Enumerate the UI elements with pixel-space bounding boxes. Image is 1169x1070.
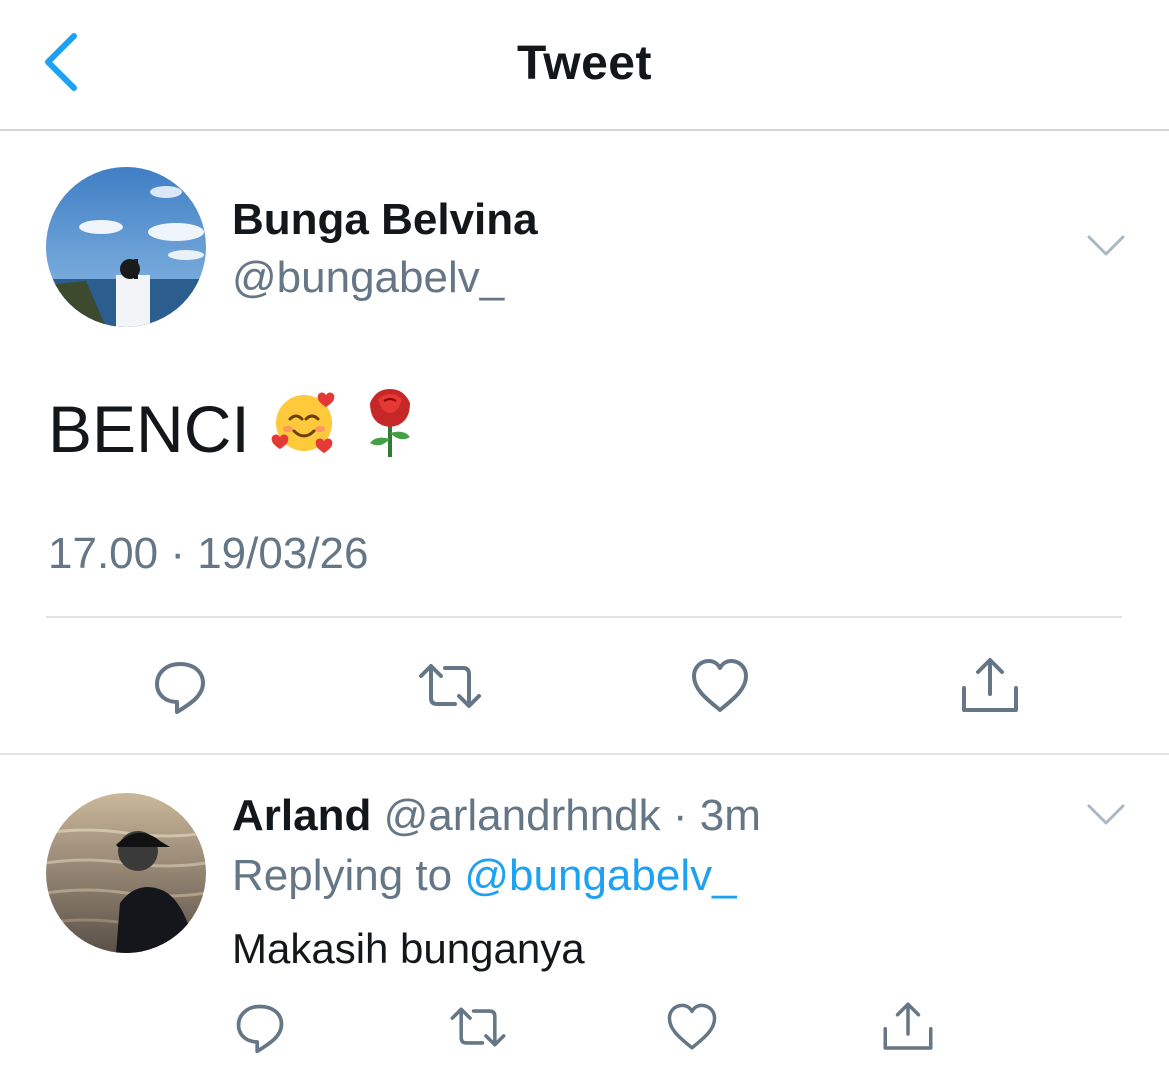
- page-title: Tweet: [517, 37, 652, 90]
- tweet-timestamp: 17.00 · 19/03/26: [48, 529, 369, 578]
- tweet-body: BENCI: [48, 383, 422, 474]
- retweet-button[interactable]: [446, 995, 510, 1059]
- replying-to-mention[interactable]: @bungabelv_: [464, 851, 736, 900]
- reply-author-handle-time[interactable]: @arlandrhndk · 3m: [384, 791, 761, 840]
- reply-tweet[interactable]: Arland @arlandrhndk · 3m Replying to @bu…: [0, 755, 1169, 1070]
- smiling-face-with-hearts-icon: [268, 385, 340, 472]
- replying-to-label: Replying to: [232, 851, 453, 900]
- avatar[interactable]: [46, 793, 206, 953]
- heart-icon: [692, 659, 748, 712]
- retweet-icon: [419, 664, 481, 708]
- author-handle[interactable]: @bungabelv_: [232, 253, 504, 303]
- heart-icon: [667, 1003, 717, 1050]
- share-icon: [962, 658, 1018, 712]
- chevron-down-icon: [1087, 804, 1125, 825]
- main-tweet: Bunga Belvina @bungabelv_ BENCI 17.00 · …: [0, 131, 1169, 755]
- divider: [46, 616, 1122, 618]
- retweet-button[interactable]: [415, 651, 485, 721]
- reply-author-line: Arland @arlandrhndk · 3m: [232, 791, 761, 841]
- like-button[interactable]: [685, 651, 755, 721]
- rose-icon: [358, 383, 422, 474]
- reply-text: Makasih bunganya: [232, 925, 585, 972]
- tweet-options-button[interactable]: [1086, 233, 1126, 259]
- tweet-detail-screen: Tweet Bunga Belvina @bungabelv_ BENCI 17…: [0, 0, 1169, 1070]
- avatar-photo: [46, 793, 206, 953]
- share-button[interactable]: [876, 995, 940, 1059]
- author-display-name[interactable]: Bunga Belvina: [232, 195, 538, 245]
- reply-options-button[interactable]: [1086, 802, 1126, 828]
- share-icon: [883, 1002, 933, 1050]
- reply-button[interactable]: [145, 651, 215, 721]
- avatar[interactable]: [46, 167, 206, 327]
- chevron-down-icon: [1087, 235, 1125, 256]
- like-button[interactable]: [660, 995, 724, 1059]
- reply-author-display-name[interactable]: Arland: [232, 791, 371, 840]
- tweet-text: BENCI: [48, 391, 250, 466]
- reply-icon: [236, 1004, 284, 1054]
- reply-button[interactable]: [228, 995, 292, 1059]
- reply-icon: [155, 662, 205, 714]
- replying-to-line: Replying to @bungabelv_: [232, 851, 737, 901]
- top-navigation-bar: Tweet: [0, 0, 1169, 131]
- retweet-icon: [450, 1007, 506, 1047]
- avatar-photo: [46, 167, 206, 327]
- share-button[interactable]: [955, 651, 1025, 721]
